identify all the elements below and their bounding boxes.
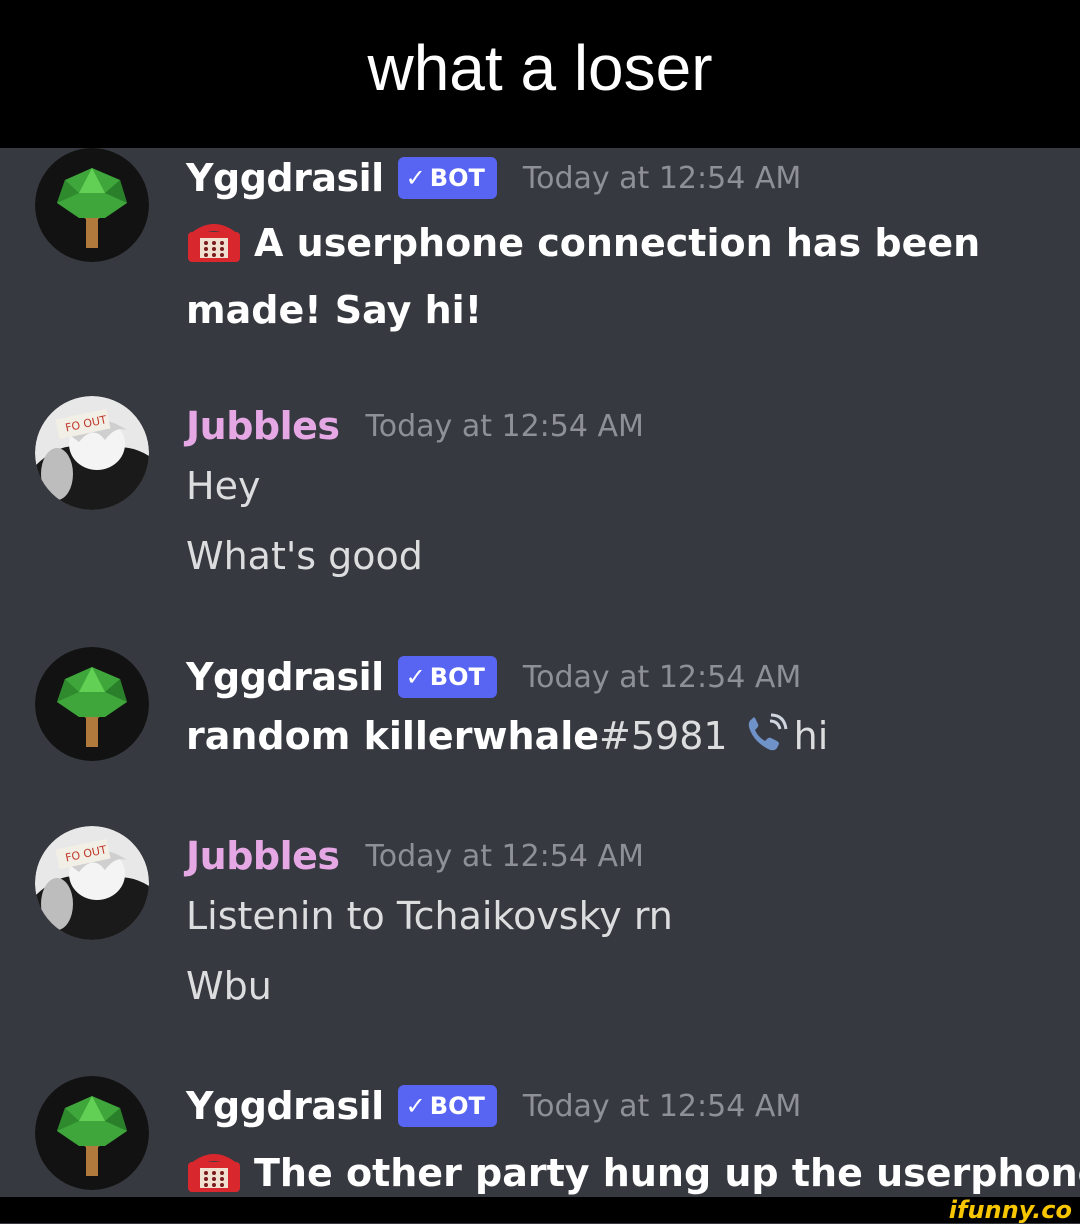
username[interactable]: Jubbles [186,404,340,448]
message-line: made! Say hi! [186,288,483,332]
message-header: Yggdrasil ✓ BOT Today at 12:54 AM [186,649,801,705]
timestamp: Today at 12:54 AM [522,1088,802,1124]
bot-tag-label: BOT [429,164,485,192]
message-line: Hey [186,464,261,508]
username[interactable]: Yggdrasil [186,1084,384,1128]
anime-avatar[interactable]: FO OUT [35,396,149,510]
timestamp: Today at 12:54 AM [522,160,802,196]
telephone-emoji-icon [186,218,242,264]
timestamp: Today at 12:54 AM [365,838,644,874]
sender-name: random killerwhale [186,714,600,758]
bot-tag: ✓ BOT [397,656,497,698]
username[interactable]: Yggdrasil [186,156,384,200]
message-text: The other party hung up the userphone. [254,1151,1080,1195]
caption-text: what a loser [367,32,713,104]
telephone-emoji-icon [186,1148,242,1194]
checkmark-icon: ✓ [405,663,426,691]
message-text: A userphone connection has been [254,221,981,265]
sender-discriminator: #5981 [599,714,728,758]
phone-call-icon [744,713,790,764]
message-line: Wbu [186,964,272,1008]
caption-bar: what a loser [0,0,1080,148]
anime-avatar[interactable]: FO OUT [35,826,149,940]
message-line: Listenin to Tchaikovsky rn [186,894,673,938]
bottom-strip [0,1197,1080,1223]
message-line: The other party hung up the userphone. [186,1148,1080,1195]
bot-tag-label: BOT [429,1092,485,1120]
message-text: hi [793,714,829,758]
bot-tag: ✓ BOT [397,157,497,199]
timestamp: Today at 12:54 AM [365,408,644,444]
username[interactable]: Yggdrasil [186,655,384,699]
message-header: Jubbles Today at 12:54 AM [186,398,644,454]
timestamp: Today at 12:54 AM [522,659,802,695]
bot-tag: ✓ BOT [397,1085,497,1127]
checkmark-icon: ✓ [405,164,426,192]
message-header: Jubbles Today at 12:54 AM [186,828,644,884]
bot-tag-label: BOT [429,663,485,691]
tree-avatar[interactable] [35,647,149,761]
message-line: random killerwhale#5981 hi [186,713,828,764]
checkmark-icon: ✓ [405,1092,426,1120]
username[interactable]: Jubbles [186,834,340,878]
message-line: What's good [186,534,423,578]
message-header: Yggdrasil ✓ BOT Today at 12:54 AM [186,150,801,206]
message-line: A userphone connection has been [186,218,980,265]
watermark: ifunny.co [948,1196,1072,1224]
tree-avatar[interactable] [35,148,149,262]
tree-avatar[interactable] [35,1076,149,1190]
message-header: Yggdrasil ✓ BOT Today at 12:54 AM [186,1078,801,1134]
